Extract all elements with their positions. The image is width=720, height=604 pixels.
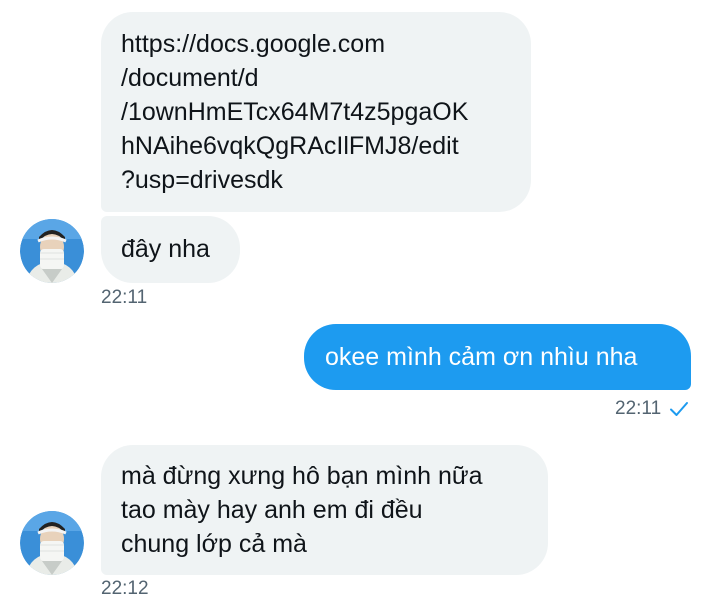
avatar-image <box>20 219 84 283</box>
check-icon <box>670 402 688 416</box>
message-bubble-incoming[interactable]: mà đừng xưng hô bạn mình nữa tao mày hay… <box>101 445 548 575</box>
message-timestamp: 22:11 <box>615 398 662 419</box>
avatar[interactable] <box>20 511 84 575</box>
message-bubble-link[interactable]: https://docs.google.com /document/d /1ow… <box>101 12 531 212</box>
message-timestamp: 22:11 <box>101 287 148 308</box>
avatar[interactable] <box>20 219 84 283</box>
message-bubble-outgoing[interactable]: okee mình cảm ơn nhìu nha <box>304 324 691 390</box>
avatar-image <box>20 511 84 575</box>
message-timestamp: 22:12 <box>101 578 149 599</box>
message-bubble-incoming[interactable]: đây nha <box>101 216 240 283</box>
